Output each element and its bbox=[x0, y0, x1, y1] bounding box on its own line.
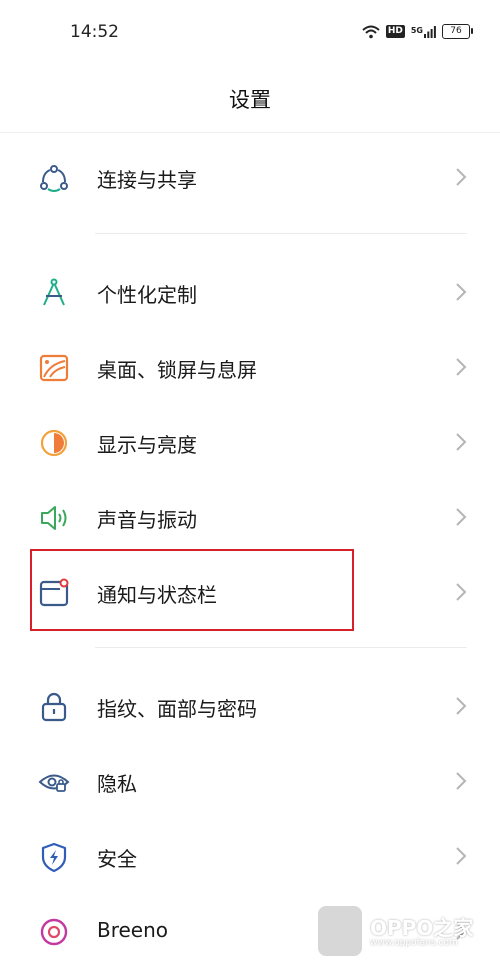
status-time: 14:52 bbox=[70, 22, 119, 42]
settings-item-security[interactable]: 安全 bbox=[0, 819, 500, 893]
battery-icon: 76 bbox=[442, 24, 473, 39]
chevron-right-icon bbox=[456, 168, 467, 186]
settings-item-desktop-lockscreen[interactable]: 桌面、锁屏与息屏 bbox=[0, 330, 500, 404]
chevron-right-icon bbox=[456, 583, 467, 601]
watermark-logo-icon bbox=[318, 906, 362, 956]
lock-icon bbox=[41, 692, 67, 722]
watermark: OPPO之家 www.oppofans.com bbox=[318, 906, 488, 956]
settings-item-fingerprint-face-password[interactable]: 指纹、面部与密码 bbox=[0, 669, 500, 743]
section-divider bbox=[95, 233, 467, 234]
settings-item-label: 安全 bbox=[97, 847, 137, 871]
breeno-icon bbox=[40, 918, 68, 946]
status-icons: HD 5G 76 bbox=[362, 24, 473, 39]
watermark-brand: OPPO之家 bbox=[370, 916, 474, 940]
chevron-right-icon bbox=[456, 283, 467, 301]
settings-item-privacy[interactable]: 隐私 bbox=[0, 744, 500, 818]
settings-item-sound-vibration[interactable]: 声音与振动 bbox=[0, 480, 500, 554]
status-bar: 14:52 HD 5G 76 bbox=[0, 0, 500, 66]
settings-item-label: 指纹、面部与密码 bbox=[97, 697, 257, 721]
settings-item-personalization[interactable]: 个性化定制 bbox=[0, 255, 500, 329]
signal-type-label: 5G bbox=[410, 25, 423, 35]
settings-item-label: 连接与共享 bbox=[97, 168, 197, 192]
title-bar: 设置 bbox=[0, 66, 500, 133]
chevron-right-icon bbox=[456, 697, 467, 715]
share-nodes-icon bbox=[40, 165, 68, 192]
settings-item-display-brightness[interactable]: 显示与亮度 bbox=[0, 405, 500, 479]
chevron-right-icon bbox=[456, 433, 467, 451]
wifi-icon bbox=[362, 25, 380, 38]
settings-item-label: Breeno bbox=[97, 918, 169, 942]
brightness-icon bbox=[40, 429, 68, 457]
speaker-icon bbox=[41, 506, 67, 530]
settings-item-label: 隐私 bbox=[97, 772, 137, 796]
settings-item-label: 桌面、锁屏与息屏 bbox=[97, 358, 257, 382]
settings-item-connection-sharing[interactable]: 连接与共享 bbox=[0, 140, 500, 214]
chevron-right-icon bbox=[456, 508, 467, 526]
privacy-eye-icon bbox=[38, 774, 70, 792]
highlight-annotation-box bbox=[30, 549, 354, 631]
settings-item-label: 声音与振动 bbox=[97, 508, 197, 532]
5g-signal-icon: 5G bbox=[410, 25, 436, 38]
shield-icon bbox=[41, 842, 67, 873]
hd-icon: HD bbox=[385, 25, 405, 38]
watermark-url: www.oppofans.com bbox=[370, 938, 458, 948]
chevron-right-icon bbox=[456, 358, 467, 376]
settings-item-label: 显示与亮度 bbox=[97, 433, 197, 457]
compass-icon bbox=[43, 278, 65, 306]
chevron-right-icon bbox=[456, 847, 467, 865]
settings-item-label: 个性化定制 bbox=[97, 283, 197, 307]
wallpaper-icon bbox=[39, 354, 69, 382]
section-divider bbox=[95, 647, 467, 648]
page-title: 设置 bbox=[229, 88, 271, 112]
chevron-right-icon bbox=[456, 772, 467, 790]
